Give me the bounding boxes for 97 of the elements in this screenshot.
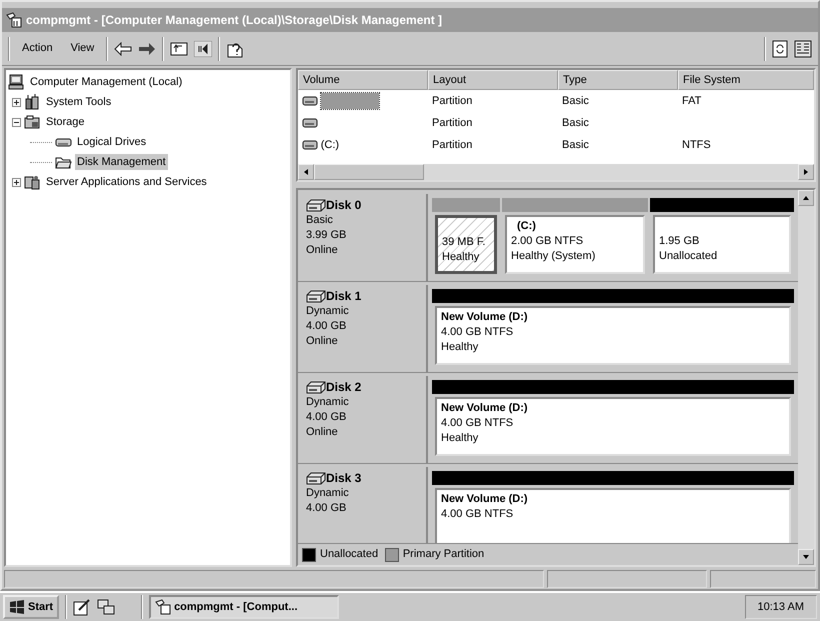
table-cell-text: Basic bbox=[562, 116, 589, 131]
tree-item[interactable]: Logical Drives bbox=[75, 134, 148, 150]
disk-icon bbox=[306, 381, 326, 394]
explorer-icon[interactable] bbox=[97, 598, 116, 616]
disk-icon bbox=[306, 199, 326, 212]
collapse-icon[interactable] bbox=[12, 118, 21, 126]
partition-size: 4.00 GB NTFS bbox=[441, 325, 514, 340]
app-icon bbox=[155, 599, 172, 615]
disk-detail: 4.00 GB bbox=[306, 319, 348, 334]
disk-detail: Dynamic bbox=[306, 486, 350, 501]
table-cell-text: FAT bbox=[682, 94, 702, 109]
table-cell-text: Partition bbox=[432, 116, 472, 131]
scroll-up-button[interactable] bbox=[798, 190, 814, 206]
partition-status: Healthy (System) bbox=[511, 249, 596, 264]
show-pane-icon[interactable] bbox=[194, 40, 212, 56]
partition-size: 4.00 GB NTFS bbox=[441, 416, 514, 431]
table-cell-text: NTFS bbox=[682, 138, 711, 153]
disk-icon bbox=[306, 472, 326, 485]
start-button[interactable]: Start bbox=[3, 595, 60, 619]
forward-arrow-icon[interactable] bbox=[138, 42, 156, 56]
partition-label: New Volume (D:) bbox=[441, 401, 529, 416]
back-arrow-icon[interactable] bbox=[114, 42, 132, 56]
partition-block[interactable]: 1.95 GB Unallocated bbox=[653, 215, 791, 274]
disk-name: Disk 0 bbox=[326, 198, 362, 213]
table-cell-text: Basic bbox=[562, 94, 589, 109]
right-arrow-icon[interactable] bbox=[803, 168, 809, 176]
drive-icon bbox=[302, 117, 318, 129]
tree-item[interactable]: Computer Management (Local) bbox=[28, 74, 184, 90]
partition-block[interactable]: New Volume (D:) 4.00 GB NTFS Healthy bbox=[435, 306, 791, 365]
menu-item[interactable]: View bbox=[64, 38, 100, 59]
table-cell-text: Partition bbox=[432, 138, 472, 153]
taskbar-button[interactable]: compmgmt - [Comput... bbox=[149, 595, 340, 619]
app-icon bbox=[6, 12, 22, 28]
refresh-icon[interactable] bbox=[772, 40, 788, 58]
window-title: compmgmt - [Computer Management (Local)\Storage\Disk Management ] bbox=[26, 12, 442, 29]
partition-size: 4.00 GB NTFS bbox=[441, 507, 514, 522]
windows-logo-icon bbox=[9, 600, 25, 614]
disk-detail: Dynamic bbox=[306, 304, 350, 319]
properties-icon[interactable] bbox=[794, 40, 812, 58]
tree-item[interactable]: Storage bbox=[44, 114, 87, 130]
menu-item[interactable]: Action bbox=[16, 38, 59, 59]
server-icon bbox=[24, 174, 41, 190]
disk-name: Disk 2 bbox=[326, 380, 362, 395]
expand-icon[interactable] bbox=[12, 98, 21, 106]
partition-label: New Volume (D:) bbox=[441, 310, 529, 325]
scroll-left-button[interactable] bbox=[298, 164, 314, 180]
partition-block[interactable]: 39 MB F. Healthy bbox=[435, 215, 497, 274]
partition-block[interactable]: New Volume (D:) 4.00 GB NTFS Healthy bbox=[435, 397, 791, 456]
left-arrow-icon[interactable] bbox=[303, 168, 309, 176]
tools-icon bbox=[24, 94, 41, 110]
partition-size: 2.00 GB NTFS bbox=[511, 234, 584, 249]
partition-status: Unallocated bbox=[659, 249, 718, 264]
disk-detail: 4.00 GB bbox=[306, 410, 348, 425]
partition-status: Healthy bbox=[442, 250, 480, 265]
partition-label: (C:) bbox=[516, 219, 537, 234]
disk-name: Disk 1 bbox=[326, 289, 362, 304]
partition-status: Healthy bbox=[441, 431, 480, 446]
partition-size: 1.95 GB bbox=[659, 234, 700, 249]
column-header[interactable]: Type bbox=[558, 70, 678, 90]
storage-icon bbox=[24, 114, 41, 130]
disk-detail: 4.00 GB bbox=[306, 501, 348, 516]
disk-detail: Dynamic bbox=[306, 395, 350, 410]
disk-detail: Basic bbox=[306, 213, 334, 228]
drive-icon bbox=[302, 95, 318, 107]
column-header[interactable]: Volume bbox=[298, 70, 428, 90]
disk-detail: 3.99 GB bbox=[306, 228, 348, 243]
disk-icon bbox=[306, 290, 326, 303]
column-header[interactable]: File System bbox=[678, 70, 814, 90]
tree-item[interactable]: Disk Management bbox=[75, 154, 168, 170]
table-cell-text: Partition bbox=[432, 94, 472, 109]
partition-block[interactable]: New Volume (D:) 4.00 GB NTFS bbox=[435, 488, 791, 543]
up-arrow-icon[interactable] bbox=[802, 195, 810, 201]
tree-item[interactable]: System Tools bbox=[44, 94, 114, 110]
disk-detail: Online bbox=[306, 425, 339, 440]
desktop-icon[interactable] bbox=[73, 598, 92, 616]
table-cell-text: Basic bbox=[562, 138, 589, 153]
partition-block[interactable]: (C:) 2.00 GB NTFS Healthy (System) bbox=[505, 215, 645, 274]
disk-detail: Online bbox=[306, 334, 339, 349]
legend-label: Unallocated bbox=[320, 547, 378, 562]
column-header[interactable]: Layout bbox=[428, 70, 558, 90]
drive-letter[interactable]: (C:) bbox=[320, 136, 340, 154]
clock: 10:13 AM bbox=[744, 595, 817, 619]
disk-detail: Online bbox=[306, 243, 339, 258]
expand-icon[interactable] bbox=[12, 178, 21, 186]
tree-item[interactable]: Server Applications and Services bbox=[44, 174, 209, 190]
drive-icon bbox=[302, 139, 318, 151]
computer-icon bbox=[8, 74, 25, 90]
up-folder-icon[interactable] bbox=[170, 40, 188, 56]
disk-name: Disk 3 bbox=[326, 471, 362, 486]
partition-label: New Volume (D:) bbox=[441, 492, 529, 507]
legend-label: Primary Partition bbox=[402, 547, 484, 562]
partition-size: 39 MB F. bbox=[442, 235, 486, 250]
scroll-down-button[interactable] bbox=[798, 549, 814, 565]
down-arrow-icon[interactable] bbox=[802, 554, 810, 560]
scroll-right-button[interactable] bbox=[798, 164, 814, 180]
scrollbar-thumb[interactable] bbox=[314, 164, 424, 180]
partition-status: Healthy bbox=[441, 340, 480, 355]
